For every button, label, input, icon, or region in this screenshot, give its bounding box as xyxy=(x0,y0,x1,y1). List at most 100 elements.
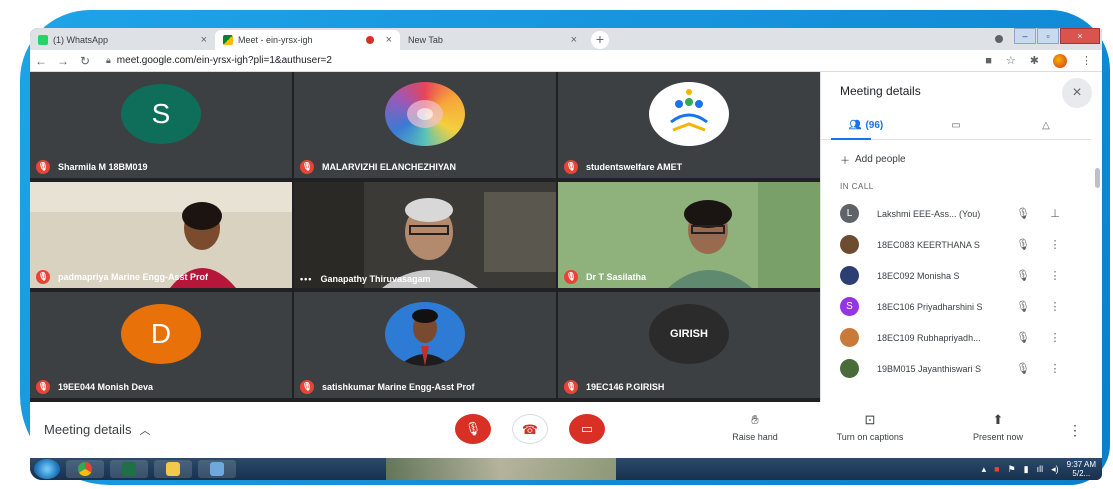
chrome-icon xyxy=(78,462,92,476)
pin-icon[interactable]: ⊥ xyxy=(1043,207,1067,220)
avatar xyxy=(649,82,729,146)
window-close-button[interactable]: × xyxy=(1060,28,1100,44)
maximize-button[interactable]: ▫ xyxy=(1037,28,1059,44)
camera-icon[interactable]: ■ xyxy=(985,55,992,67)
participant-name: 🎙︎ Dr T Sasilatha xyxy=(564,270,646,284)
app-icon xyxy=(210,462,224,476)
close-icon[interactable]: × xyxy=(201,34,207,46)
panel-tabs: 👥︎ (96) ▭ △ xyxy=(821,112,1091,140)
participant-tile[interactable]: 🎙︎ satishkumar Marine Engg-Asst Prof xyxy=(294,292,556,398)
flag-icon[interactable]: ⚑ xyxy=(1008,464,1016,475)
new-tab-button[interactable]: + xyxy=(591,31,609,49)
participant-tile[interactable]: 🎙︎ studentswelfare AMET xyxy=(558,72,820,178)
start-button[interactable] xyxy=(34,459,60,479)
more-options-icon[interactable]: ⋮ xyxy=(1043,238,1067,251)
participant-name: 18EC092 Monisha S xyxy=(877,270,960,281)
participant-list: L Lakshmi EEE-Ass... (You) 🎙︎ ⊥ 18EC083 … xyxy=(821,198,1091,384)
participant-name: Lakshmi EEE-Ass... (You) xyxy=(877,208,981,219)
camera-off-button[interactable]: ▭ xyxy=(569,414,605,444)
phone-hangup-icon: ☎︎ xyxy=(521,422,539,437)
clock[interactable]: 9:37 AM 5/2... xyxy=(1067,460,1096,478)
forward-arrow-icon[interactable]: → xyxy=(52,54,74,68)
signal-icon[interactable]: ıll xyxy=(1037,464,1044,474)
participant-tile[interactable]: 🎙︎ Dr T Sasilatha xyxy=(558,182,820,288)
reload-icon[interactable]: ↻ xyxy=(74,54,96,68)
lock-icon[interactable]: 🔒︎ xyxy=(106,55,111,66)
participant-tile[interactable]: 🎙︎ MALARVIZHI ELANCHEZHIYAN xyxy=(294,72,556,178)
mic-off-icon: 🎙︎ xyxy=(300,380,314,394)
taskbar-explorer[interactable] xyxy=(154,460,192,478)
students-logo-image xyxy=(670,89,708,132)
mute-microphone-button[interactable]: 🎙︎ xyxy=(455,414,491,444)
list-item[interactable]: S 18EC106 Priyadharshini S 🎙︎ ⋮ xyxy=(821,291,1091,322)
raise-hand-button[interactable]: ✋︎ Raise hand xyxy=(720,412,790,442)
account-avatar[interactable] xyxy=(1053,53,1067,68)
tray-chevron-icon[interactable]: ▴ xyxy=(982,464,987,475)
volume-icon[interactable]: ◂) xyxy=(1051,464,1059,475)
tab-chat[interactable]: ▭ xyxy=(911,112,1001,139)
mic-off-icon[interactable]: 🎙︎ xyxy=(1003,331,1043,344)
close-icon[interactable]: × xyxy=(571,34,577,46)
profile-icon[interactable] xyxy=(992,32,1006,46)
url-field[interactable]: meet.google.com/ein-yrsx-igh?pli=1&authu… xyxy=(117,55,332,66)
captions-button[interactable]: ⊡ Turn on captions xyxy=(825,412,915,442)
more-options-icon[interactable]: ⋮ xyxy=(1043,362,1067,375)
tab-people[interactable]: 👥︎ (96) xyxy=(821,112,911,140)
more-options-icon[interactable]: ⋮ xyxy=(1043,300,1067,313)
mic-off-icon[interactable]: 🎙︎ xyxy=(1003,238,1043,251)
close-icon[interactable]: × xyxy=(386,34,392,46)
tab-meet[interactable]: Meet - ein-yrsx-igh × xyxy=(215,30,400,50)
participant-name-text: 19EC146 P.GIRISH xyxy=(586,382,665,392)
tab-whatsapp[interactable]: (1) WhatsApp × xyxy=(30,30,215,50)
meeting-details-button[interactable]: Meeting details ︿ xyxy=(44,422,150,438)
list-item[interactable]: 19BM015 Jayanthiswari S 🎙︎ ⋮ xyxy=(821,353,1091,384)
more-options-icon[interactable]: ⋮ xyxy=(1043,269,1067,282)
meeting-details-panel: Meeting details × 👥︎ (96) ▭ △ ＋ Add peop… xyxy=(820,72,1102,402)
taskbar-app[interactable] xyxy=(198,460,236,478)
list-item[interactable]: 18EC109 Rubhapriyadh... 🎙︎ ⋮ xyxy=(821,322,1091,353)
back-arrow-icon[interactable]: ← xyxy=(30,54,52,68)
participant-tile[interactable]: ••• Ganapathy Thiruvasagam xyxy=(294,182,556,288)
recording-dot-icon xyxy=(365,36,374,44)
whatsapp-icon xyxy=(38,35,48,45)
participant-tile[interactable]: GIRISH 🎙︎ 19EC146 P.GIRISH xyxy=(558,292,820,398)
avatar: L xyxy=(840,204,859,223)
participant-tile[interactable]: 🎙︎ padmapriya Marine Engg-Asst Prof xyxy=(30,182,292,288)
participant-name-text: Sharmila M 18BM019 xyxy=(58,162,148,172)
mic-off-icon[interactable]: 🎙︎ xyxy=(1003,207,1043,220)
battery-icon[interactable]: ▮ xyxy=(1024,464,1029,475)
excel-icon xyxy=(122,462,136,476)
participant-tile[interactable]: D 🎙︎ 19EE044 Monish Deva xyxy=(30,292,292,398)
list-item[interactable]: 18EC083 KEERTHANA S 🎙︎ ⋮ xyxy=(821,229,1091,260)
add-people-button[interactable]: ＋ Add people xyxy=(840,152,906,167)
extensions-icon[interactable]: ✱ xyxy=(1030,54,1039,67)
add-people-label: Add people xyxy=(855,154,906,165)
participant-name: 18EC106 Priyadharshini S xyxy=(877,301,983,312)
chat-icon: ▭ xyxy=(951,120,961,131)
taskbar-excel[interactable] xyxy=(110,460,148,478)
list-item[interactable]: 18EC092 Monisha S 🎙︎ ⋮ xyxy=(821,260,1091,291)
tab-new-tab[interactable]: New Tab × xyxy=(400,30,585,50)
captions-icon: ⊡ xyxy=(864,412,876,427)
list-item[interactable]: L Lakshmi EEE-Ass... (You) 🎙︎ ⊥ xyxy=(821,198,1091,229)
participant-tile[interactable]: S 🎙︎ Sharmila M 18BM019 xyxy=(30,72,292,178)
more-options-icon[interactable]: ⋮ xyxy=(1068,422,1082,439)
tab-activities[interactable]: △ xyxy=(1001,112,1091,139)
mic-off-icon[interactable]: 🎙︎ xyxy=(1003,362,1043,375)
mic-off-icon[interactable]: 🎙︎ xyxy=(1003,300,1043,313)
star-icon[interactable]: ☆ xyxy=(1006,54,1016,67)
leave-call-button[interactable]: ☎︎ xyxy=(512,414,548,444)
taskbar-chrome[interactable] xyxy=(66,460,104,478)
toolbar-icons: ■ ☆ ✱ ⋮ xyxy=(985,53,1092,68)
present-now-button[interactable]: ⬆︎ Present now xyxy=(958,412,1038,442)
more-options-icon[interactable]: ⋮ xyxy=(1043,331,1067,344)
avatar: S xyxy=(840,297,859,316)
close-panel-button[interactable]: × xyxy=(1062,78,1092,108)
chevron-up-icon: ︿ xyxy=(139,425,151,437)
panel-scrollbar[interactable] xyxy=(1095,168,1100,188)
minimize-button[interactable]: – xyxy=(1014,28,1036,44)
tray-app-icon[interactable]: ■ xyxy=(994,464,999,474)
mic-off-icon[interactable]: 🎙︎ xyxy=(1003,269,1043,282)
participant-name-text: Ganapathy Thiruvasagam xyxy=(320,274,431,284)
menu-kebab-icon[interactable]: ⋮ xyxy=(1081,54,1092,67)
